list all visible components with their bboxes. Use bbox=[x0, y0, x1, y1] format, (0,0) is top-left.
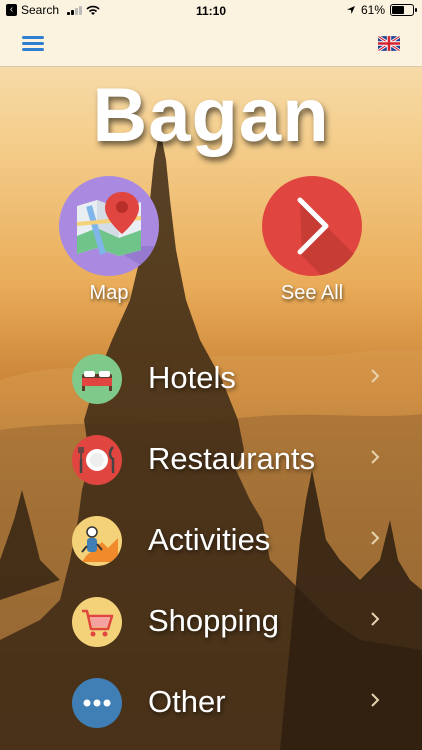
activities-label: Activities bbox=[148, 522, 271, 557]
navigation-bar bbox=[0, 22, 422, 67]
activities-icon bbox=[72, 516, 122, 566]
list-item-hotels[interactable]: Hotels bbox=[0, 349, 422, 409]
plate-cutlery-icon bbox=[72, 435, 122, 485]
see-all-label: See All bbox=[280, 282, 344, 304]
status-bar-right: 61% bbox=[346, 3, 417, 17]
list-item-other[interactable]: Other bbox=[0, 673, 422, 733]
chevron-right-icon bbox=[371, 450, 380, 464]
hotels-label: Hotels bbox=[148, 360, 236, 395]
chevron-right-icon bbox=[262, 176, 362, 276]
chevron-right-icon bbox=[371, 369, 380, 383]
status-bar: ‹ Search 11:10 61% bbox=[0, 0, 422, 22]
shopping-label: Shopping bbox=[148, 603, 280, 638]
bed-icon bbox=[72, 354, 122, 404]
battery-percent: 61% bbox=[360, 3, 385, 17]
chevron-right-icon bbox=[371, 612, 380, 626]
map-button[interactable]: Map bbox=[59, 176, 159, 305]
list-item-activities[interactable]: Activities bbox=[0, 511, 422, 571]
uk-flag-icon[interactable] bbox=[378, 36, 400, 51]
hamburger-menu-icon[interactable] bbox=[22, 36, 44, 52]
chevron-right-icon bbox=[371, 693, 380, 707]
battery-icon bbox=[390, 4, 417, 16]
map-label: Map bbox=[89, 282, 129, 304]
see-all-button[interactable]: See All bbox=[262, 176, 362, 305]
map-icon bbox=[59, 176, 159, 276]
other-label: Other bbox=[148, 684, 226, 719]
app-screen: ‹ Search 11:10 61% Bagan Map See All Hot… bbox=[0, 0, 422, 750]
list-item-restaurants[interactable]: Restaurants bbox=[0, 430, 422, 490]
shopping-cart-icon bbox=[72, 597, 122, 647]
location-arrow-icon bbox=[346, 6, 355, 14]
list-item-shopping[interactable]: Shopping bbox=[0, 592, 422, 652]
restaurants-label: Restaurants bbox=[148, 441, 316, 476]
page-title: Bagan bbox=[92, 73, 330, 158]
more-dots-icon bbox=[72, 678, 122, 728]
chevron-right-icon bbox=[371, 531, 380, 545]
